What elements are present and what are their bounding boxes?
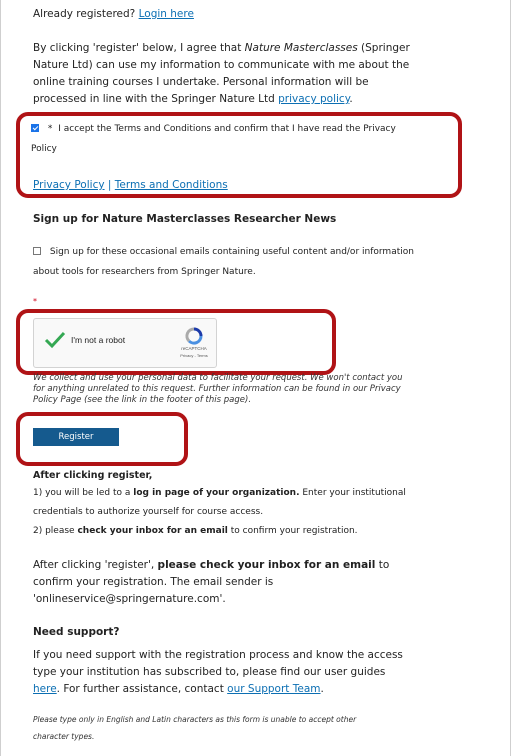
newsletter-label: Sign up for these occasional emails cont… <box>49 247 414 257</box>
consent-line-1: By clicking 'register' below, I agree th… <box>33 42 410 54</box>
after-register-section: After clicking register, 1) you will be … <box>33 467 503 540</box>
terms-checkbox[interactable] <box>31 124 39 132</box>
consent-paragraph: By clicking 'register' below, I agree th… <box>33 40 503 108</box>
brand-name: Nature Masterclasses <box>244 42 358 54</box>
after-step-2: 2) please check your inbox for an email … <box>33 526 358 536</box>
register-button[interactable]: Register <box>33 428 119 446</box>
link-separator: | <box>107 179 112 191</box>
newsletter-checkbox[interactable] <box>33 247 41 255</box>
terms-checkbox-row: * I accept the Terms and Conditions and … <box>31 121 451 158</box>
captcha-required-mark: * <box>33 297 37 306</box>
consent-line-4: processed in line with the Springer Natu… <box>33 93 353 105</box>
policy-links: Privacy Policy | Terms and Conditions <box>33 177 228 194</box>
captcha-label: I'm not a robot <box>71 335 126 345</box>
consent-line-3: online training courses I undertake. Per… <box>33 76 369 88</box>
login-link[interactable]: Login here <box>139 8 194 20</box>
terms-link[interactable]: Terms and Conditions <box>115 179 228 191</box>
newsletter-checkbox-row: Sign up for these occasional emails cont… <box>33 244 503 281</box>
charset-note: Please type only in English and Latin ch… <box>33 715 357 741</box>
email-note: After clicking 'register', please check … <box>33 559 390 605</box>
user-guides-link[interactable]: here <box>33 683 57 695</box>
support-paragraph: If you need support with the registratio… <box>33 649 403 695</box>
after-register-heading: After clicking register, <box>33 470 153 481</box>
required-asterisk: * <box>47 124 53 134</box>
recaptcha-brand: reCAPTCHA <box>181 346 207 351</box>
checkmark-icon[interactable] <box>44 331 66 353</box>
login-line: Already registered? Login here <box>33 6 194 23</box>
recaptcha-links[interactable]: Privacy - Terms <box>172 353 216 358</box>
data-notice: We collect and use your personal data to… <box>33 373 403 405</box>
support-heading: Need support? <box>33 626 120 638</box>
login-prompt: Already registered? <box>33 8 136 20</box>
newsletter-heading: Sign up for Nature Masterclasses Researc… <box>33 213 337 225</box>
privacy-policy-footer-link[interactable]: Privacy Policy <box>33 179 105 191</box>
consent-line-2: Nature Ltd) can use my information to co… <box>33 59 410 71</box>
privacy-policy-link[interactable]: privacy policy <box>278 93 349 105</box>
support-team-link[interactable]: our Support Team <box>227 683 320 695</box>
newsletter-label-line-2: about tools for researchers from Springe… <box>33 267 256 277</box>
terms-label: I accept the Terms and Conditions and co… <box>58 124 396 134</box>
recaptcha-widget[interactable]: I'm not a robot reCAPTCHA Privacy - Term… <box>33 318 217 368</box>
after-step-1-line-2: credentials to authorize yourself for co… <box>33 507 264 517</box>
terms-label-line-2: Policy <box>31 144 57 154</box>
after-step-1: 1) you will be led to a log in page of y… <box>33 488 406 498</box>
